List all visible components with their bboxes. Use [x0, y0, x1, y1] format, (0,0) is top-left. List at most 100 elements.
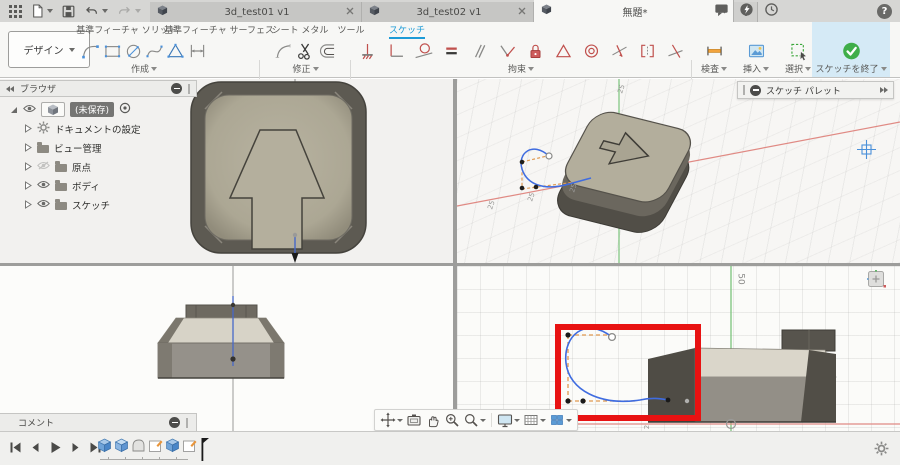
app-grid-icon[interactable] [9, 5, 22, 18]
constraints-menu[interactable]: 拘束 [353, 62, 689, 75]
modify-menu[interactable]: 修正 [263, 62, 348, 75]
trim-tool-icon[interactable] [295, 38, 317, 64]
grid-orientation-widget[interactable] [867, 270, 886, 292]
rectangle-tool-icon[interactable] [101, 38, 122, 64]
settings-gear-icon[interactable] [874, 441, 889, 459]
tab-surface[interactable]: 基準フィーチャ サーフェス [164, 23, 274, 37]
tangent-constraint-icon[interactable] [412, 38, 434, 64]
spline-tool-icon[interactable] [144, 38, 165, 64]
expander-icon[interactable] [24, 181, 32, 190]
look-at-button[interactable] [406, 412, 422, 428]
comments-panel[interactable]: コメント [0, 413, 197, 431]
expander-icon[interactable] [24, 162, 32, 171]
pan-hand-button[interactable] [425, 412, 441, 428]
tab-tools[interactable]: ツール [337, 23, 364, 37]
play-button[interactable] [49, 441, 62, 454]
zoom-button[interactable] [444, 412, 460, 428]
viewport-divider-vertical[interactable] [453, 79, 457, 431]
tab-document-2[interactable]: 3d_test02 v1 [362, 2, 534, 22]
timeline-playhead[interactable] [199, 438, 209, 462]
timeline-extrude-feature[interactable] [97, 438, 112, 453]
eye-icon[interactable] [37, 180, 50, 192]
expander-open-icon[interactable] [10, 105, 18, 114]
polygon-tool-icon[interactable] [165, 38, 186, 64]
viewport-top-view[interactable]: ブラウザ (未保存) ドキュ [0, 79, 453, 263]
browser-item-view-management[interactable]: ビュー管理 [10, 138, 197, 157]
viewport-layout-button[interactable] [549, 412, 572, 428]
save-button[interactable] [62, 5, 75, 18]
viewport-3d-view[interactable]: 25 25 25 25 スケッチ パレット [457, 79, 900, 263]
grid-settings-button[interactable] [523, 412, 546, 428]
perpendicular-constraint-icon[interactable] [496, 38, 518, 64]
collapse-left-icon[interactable] [6, 86, 14, 92]
redo-button[interactable] [117, 5, 141, 18]
browser-item-origin[interactable]: 原点 [10, 157, 197, 176]
panel-minimize-icon[interactable] [750, 85, 761, 96]
panel-minimize-icon[interactable] [169, 417, 180, 428]
tab-sheet-metal[interactable]: シート メタル [272, 23, 329, 37]
close-icon[interactable] [518, 7, 526, 18]
tab-solid[interactable]: 基準フィーチャ ソリッド [76, 23, 178, 37]
tab-document-active[interactable]: 無題* [534, 0, 734, 22]
triangle-constraint-icon[interactable] [552, 38, 574, 64]
step-forward-button[interactable] [69, 441, 82, 454]
fillet-tool-icon[interactable] [273, 38, 295, 64]
eye-icon[interactable] [37, 199, 50, 211]
file-menu-button[interactable] [31, 4, 53, 18]
comments-icon[interactable] [714, 3, 729, 20]
viewport-sketch-view[interactable]: 50 5 2 [457, 266, 900, 431]
step-back-button[interactable] [29, 441, 42, 454]
coincident-constraint-icon[interactable] [384, 38, 406, 64]
browser-item-bodies[interactable]: ボディ [10, 176, 197, 195]
browser-item-document-settings[interactable]: ドキュメントの設定 [10, 119, 197, 138]
create-menu[interactable]: 作成 [80, 62, 208, 75]
job-status-icon[interactable] [739, 2, 754, 20]
panel-grip[interactable] [188, 84, 190, 94]
concentric-constraint-icon[interactable] [580, 38, 602, 64]
offset-tool-icon[interactable] [317, 38, 339, 64]
clock-icon[interactable] [764, 2, 779, 20]
panel-grip[interactable] [743, 85, 745, 95]
selection-box-icon[interactable] [787, 38, 809, 64]
equal-constraint-icon[interactable] [440, 38, 462, 64]
midpoint-constraint-icon[interactable] [636, 38, 658, 64]
symmetry-constraint-icon[interactable] [608, 38, 630, 64]
timeline-sketch-feature[interactable] [148, 438, 163, 453]
curvature-constraint-icon[interactable] [664, 38, 686, 64]
panel-grip[interactable] [186, 418, 188, 428]
viewport-front-view[interactable]: コメント [0, 266, 453, 431]
orbit-button[interactable] [380, 412, 403, 428]
browser-root-row[interactable]: (未保存) [10, 100, 197, 119]
expander-icon[interactable] [24, 200, 32, 209]
horizontal-vertical-constraint-icon[interactable] [356, 38, 378, 64]
zoom-window-button[interactable] [463, 412, 486, 428]
timeline-extrude-feature[interactable] [114, 438, 129, 453]
expander-icon[interactable] [24, 143, 32, 152]
inspect-menu[interactable]: 検査 [694, 62, 734, 75]
display-settings-button[interactable] [497, 412, 520, 428]
measure-icon[interactable] [703, 38, 725, 64]
line-tool-icon[interactable] [80, 38, 101, 64]
undo-button[interactable] [84, 5, 108, 18]
dimension-tool-icon[interactable] [187, 38, 208, 64]
insert-menu[interactable]: 挿入 [736, 62, 776, 75]
timeline-fillet-feature[interactable] [131, 438, 146, 453]
activate-radio-icon[interactable] [119, 102, 131, 117]
expand-right-icon[interactable] [880, 87, 888, 93]
skip-to-start-button[interactable] [9, 441, 22, 454]
sketch-palette-panel[interactable]: スケッチ パレット [737, 81, 894, 99]
parallel-constraint-icon[interactable] [468, 38, 490, 64]
circle-tool-icon[interactable] [123, 38, 144, 64]
eye-icon[interactable] [23, 104, 36, 116]
browser-item-sketches[interactable]: スケッチ [10, 195, 197, 214]
close-icon[interactable] [346, 7, 354, 18]
timeline-sketch-feature[interactable] [182, 438, 197, 453]
fix-constraint-icon[interactable] [524, 38, 546, 64]
tab-document-1[interactable]: 3d_test01 v1 [150, 2, 362, 22]
finish-sketch-button[interactable]: スケッチを終了 [812, 22, 890, 77]
browser-header[interactable]: ブラウザ [0, 80, 197, 97]
viewport-divider-horizontal[interactable] [0, 263, 900, 266]
timeline-extrude-feature[interactable] [165, 438, 180, 453]
expander-icon[interactable] [24, 124, 32, 133]
panel-minimize-icon[interactable] [171, 83, 182, 94]
